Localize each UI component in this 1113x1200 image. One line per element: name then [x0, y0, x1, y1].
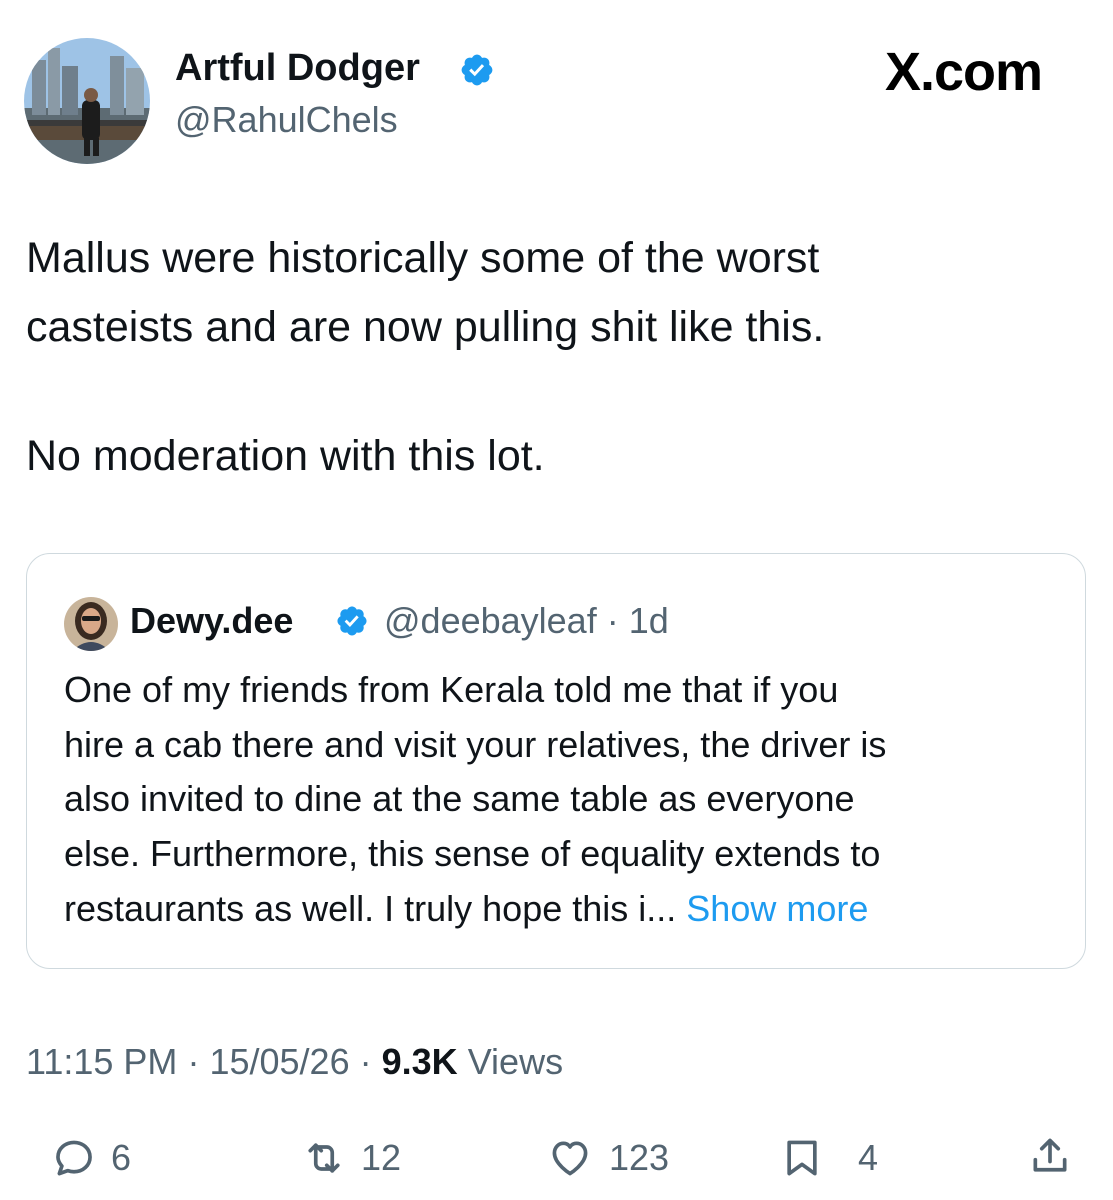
tweet-text-paragraph: No moderation with this lot.	[26, 432, 545, 480]
brand-logo: X.com	[885, 42, 1043, 102]
author-avatar[interactable]	[24, 38, 150, 164]
meta-separator: ·	[359, 1041, 372, 1082]
quoted-text-truncated: restaurants as well. I truly hope this i…	[64, 888, 677, 929]
quoted-text-line: One of my friends from Kerala told me th…	[64, 669, 839, 710]
quoted-text-line: else. Furthermore, this sense of equalit…	[64, 833, 881, 874]
bookmark-count: 4	[858, 1137, 879, 1178]
meta-separator: ·	[187, 1041, 200, 1082]
repost-count: 12	[361, 1137, 402, 1178]
share-icon	[1033, 1138, 1067, 1172]
tweet-date[interactable]: 15/05/26	[209, 1041, 349, 1082]
reply-count: 6	[111, 1137, 132, 1178]
bookmark-icon	[787, 1140, 817, 1176]
quoted-author-avatar[interactable]	[64, 597, 118, 651]
verified-badge-icon	[335, 604, 369, 638]
reply-icon	[56, 1140, 92, 1176]
show-more-link[interactable]: Show more	[686, 888, 868, 929]
quoted-text-line: hire a cab there and visit your relative…	[64, 724, 887, 765]
author-handle[interactable]: @RahulChels	[175, 97, 398, 143]
views-count: 9.3K	[381, 1041, 458, 1082]
verified-badge-icon	[459, 52, 495, 88]
quoted-avatar-photo	[64, 597, 118, 651]
quoted-text-line: also invited to dine at the same table a…	[64, 778, 855, 819]
quoted-text-last-line: restaurants as well. I truly hope this i…	[64, 882, 868, 936]
quoted-handle-time[interactable]: @deebayleaf · 1d	[384, 596, 669, 646]
tweet-text-line: Mallus were historically some of the wor…	[26, 234, 820, 282]
author-name[interactable]: Artful Dodger	[175, 44, 420, 92]
tweet-text-line: casteists and are now pulling shit like …	[26, 303, 825, 351]
like-icon	[552, 1141, 588, 1176]
like-count: 123	[609, 1137, 670, 1178]
avatar-photo	[24, 38, 150, 164]
quoted-author-name[interactable]: Dewy.dee	[130, 596, 293, 646]
views-label: Views	[467, 1041, 564, 1082]
tweet-time[interactable]: 11:15 PM	[26, 1041, 177, 1082]
repost-icon	[308, 1143, 340, 1173]
tweet-meta: 11:15 PM · 15/05/26 · 9.3K Views	[26, 1038, 563, 1086]
